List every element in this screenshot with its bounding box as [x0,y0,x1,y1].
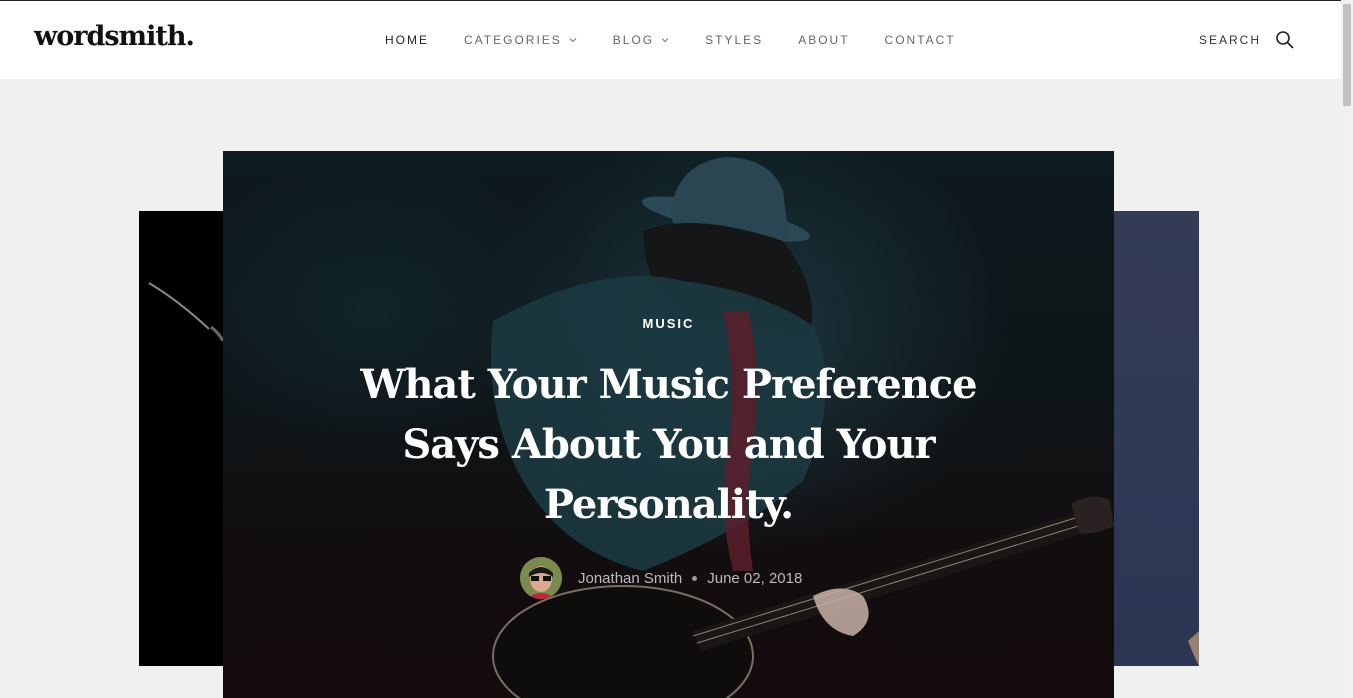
site-logo[interactable]: wordsmith. [34,21,195,52]
author-avatar[interactable] [520,557,562,599]
nav-label: CONTACT [884,33,956,47]
main-nav: HOME CATEGORIES BLOG STYLES ABOUT CONTAC… [385,33,991,47]
featured-slide[interactable]: MUSIC What Your Music Preference Says Ab… [223,151,1114,698]
search-icon [1276,31,1294,49]
page-scrollbar[interactable] [1341,0,1353,698]
slide-previous[interactable] [139,211,229,666]
nav-label: ABOUT [798,33,850,47]
nav-label: HOME [385,33,429,47]
post-author[interactable]: Jonathan Smith [578,570,682,587]
search-label: SEARCH [1199,33,1262,47]
chevron-down-icon [569,38,577,43]
search-button[interactable]: SEARCH [1199,30,1295,50]
slide-next[interactable] [1108,211,1199,666]
site-header: wordsmith. HOME CATEGORIES BLOG STYLES A… [0,0,1341,79]
chevron-down-icon [661,38,669,43]
post-category[interactable]: MUSIC [223,316,1114,331]
nav-item-categories[interactable]: CATEGORIES [464,33,578,47]
nav-item-about[interactable]: ABOUT [798,33,849,47]
scrollbar-thumb[interactable] [1343,4,1351,106]
post-meta: Jonathan Smith June 02, 2018 [520,557,802,599]
nav-item-blog[interactable]: BLOG [613,33,670,47]
nav-item-styles[interactable]: STYLES [705,33,763,47]
nav-item-contact[interactable]: CONTACT [885,33,956,47]
nav-label: STYLES [705,33,764,47]
nav-item-home[interactable]: HOME [385,33,429,47]
post-title[interactable]: What Your Music Preference Says About Yo… [343,355,994,535]
slide-next-image [1188,631,1199,666]
meta-separator [692,575,698,581]
nav-label: CATEGORIES [464,33,562,47]
nav-label: BLOG [612,33,655,47]
slide-previous-image [148,282,225,342]
post-date: June 02, 2018 [707,569,803,587]
